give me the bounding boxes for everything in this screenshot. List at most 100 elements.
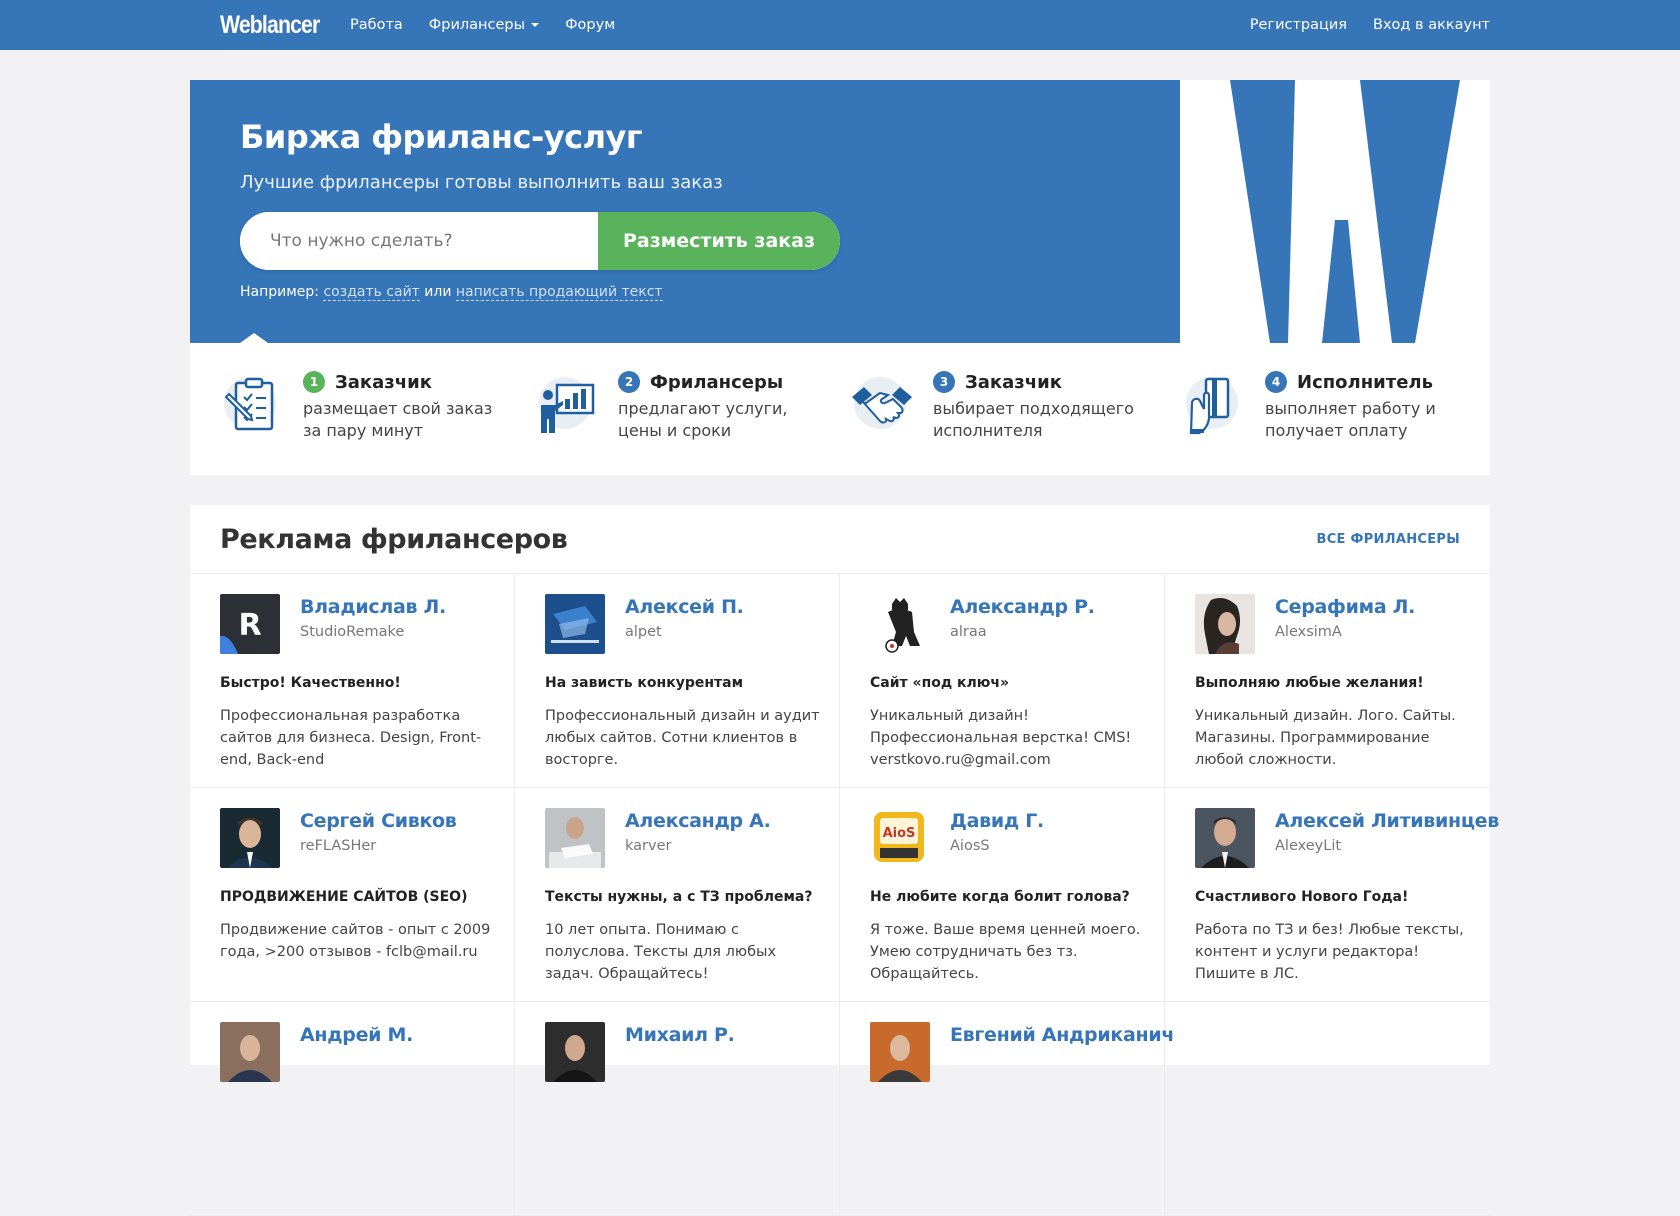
presentation-icon	[535, 373, 599, 437]
ad-headline: На зависть конкурентам	[545, 675, 744, 691]
avatar[interactable]: AioS	[870, 808, 930, 868]
freelancer-card[interactable]: Сергей Сивков reFLASHer ПРОДВИЖЕНИЕ САЙТ…	[190, 788, 515, 1002]
freelancer-ads-panel: Реклама фрилансеров ВСЕ ФРИЛАНСЕРЫ R Вла…	[190, 505, 1499, 1216]
nav-link-freelancers[interactable]: Фрилансеры	[428, 17, 540, 33]
ad-headline: Не любите когда болит голова?	[870, 889, 1130, 905]
ads-grid: R Владислав Л. StudioRemake Быстро! Каче…	[190, 574, 1499, 1216]
freelancer-card[interactable]: Александр А. karver Тексты нужны, а с ТЗ…	[515, 788, 840, 1002]
freelancer-card[interactable]: Алексей Литивинцев AlexeyLit Счастливого…	[1165, 788, 1499, 1002]
hero-title: Биржа фриланс-услуг	[240, 118, 643, 156]
ads-header: Реклама фрилансеров ВСЕ ФРИЛАНСЕРЫ	[190, 505, 1490, 574]
freelancer-name[interactable]: Евгений Андриканич	[950, 1024, 1174, 1046]
step-badge: 1	[303, 371, 325, 393]
ad-headline: ПРОДВИЖЕНИЕ САЙТОВ (SEO)	[220, 889, 468, 905]
freelancer-card[interactable]: R Владислав Л. StudioRemake Быстро! Каче…	[190, 574, 515, 788]
freelancer-login: AiosS	[950, 838, 990, 854]
ad-description: Я тоже. Ваше время ценней моего. Умею со…	[870, 922, 1141, 982]
ads-title: Реклама фрилансеров	[220, 523, 568, 555]
freelancer-login: alpet	[625, 624, 662, 640]
freelancer-name[interactable]: Андрей М.	[300, 1024, 413, 1046]
freelancer-card[interactable]: Евгений Андриканич	[840, 1002, 1174, 1216]
nav-link-forum[interactable]: Форум	[565, 17, 615, 33]
all-freelancers-link[interactable]: ВСЕ ФРИЛАНСЕРЫ	[1316, 532, 1460, 547]
step-desc: размещает свой заказ за пару минут	[303, 399, 493, 440]
avatar[interactable]	[545, 808, 605, 868]
logo[interactable]: Weblancer	[220, 11, 331, 40]
step-desc: выбирает подходящего исполнителя	[933, 399, 1134, 440]
hero-subtitle: Лучшие фрилансеры готовы выполнить ваш з…	[240, 172, 723, 193]
step-4: 4 Исполнитель выполняет работу и получает…	[1152, 343, 1490, 475]
step-badge: 4	[1265, 371, 1287, 393]
ad-headline: Сайт «под ключ»	[870, 675, 1010, 691]
freelancer-name[interactable]: Сергей Сивков	[300, 810, 457, 832]
avatar[interactable]	[545, 1022, 605, 1082]
freelancer-card[interactable]: Серафима Л. AlexsimA Выполняю любые жела…	[1165, 574, 1490, 788]
freelancer-login: reFLASHer	[300, 838, 377, 854]
avatar[interactable]: R	[220, 594, 280, 654]
avatar[interactable]	[220, 808, 280, 868]
example-link-write-text[interactable]: написать продающий текст	[455, 284, 663, 301]
example-link-create-site[interactable]: создать сайт	[323, 284, 420, 301]
avatar[interactable]	[220, 1022, 280, 1082]
freelancer-name[interactable]: Давид Г.	[950, 810, 1044, 832]
order-search-box: Разместить заказ	[240, 212, 840, 270]
step-1: 1 Заказчик размещает свой заказ за пару м…	[190, 343, 505, 475]
weblancer-w-logo-icon	[1160, 80, 1490, 343]
freelancer-card[interactable]: Алексей П. alpet На зависть конкурентам …	[515, 574, 840, 788]
freelancer-card[interactable]: Александр Р. alraa Сайт «под ключ» Уника…	[840, 574, 1165, 788]
login-link[interactable]: Вход в аккаунт	[1373, 17, 1490, 33]
freelancer-card[interactable]: AioS Давид Г. AiosS Не любите когда боли…	[840, 788, 1165, 1002]
ad-description: Уникальный дизайн. Лого. Сайты. Магазины…	[1195, 708, 1456, 768]
task-input[interactable]	[240, 212, 598, 270]
avatar[interactable]	[545, 594, 605, 654]
step-desc: выполняет работу и получает оплату	[1265, 399, 1436, 440]
svg-text:R: R	[238, 608, 261, 643]
freelancer-name[interactable]: Михаил Р.	[625, 1024, 735, 1046]
hero-banner: Биржа фриланс-услуг Лучшие фрилансеры го…	[190, 80, 1490, 343]
freelancer-name[interactable]: Владислав Л.	[300, 596, 446, 618]
avatar[interactable]	[1195, 594, 1255, 654]
avatar[interactable]	[870, 1022, 930, 1082]
freelancer-name[interactable]: Алексей П.	[625, 596, 744, 618]
nav-link-freelancers-label: Фрилансеры	[428, 17, 526, 33]
step-title: Исполнитель	[1297, 371, 1433, 393]
ad-description: Продвижение сайтов - опыт с 2009 года, >…	[220, 922, 491, 960]
nav-link-jobs[interactable]: Работа	[350, 17, 403, 33]
ad-headline: Быстро! Качественно!	[220, 675, 401, 691]
step-title: Заказчик	[335, 371, 432, 393]
step-3: 3 Заказчик выбирает подходящего исполните…	[820, 343, 1152, 475]
freelancer-name[interactable]: Алексей Литивинцев	[1275, 810, 1499, 832]
ad-description: 10 лет опыта. Понимаю с полуслова. Текст…	[545, 922, 777, 982]
ad-headline: Тексты нужны, а с ТЗ проблема?	[545, 889, 813, 905]
step-badge: 3	[933, 371, 955, 393]
ad-headline: Выполняю любые желания!	[1195, 675, 1424, 691]
caret-down-icon	[531, 23, 540, 27]
freelancer-login: AlexsimA	[1275, 624, 1342, 640]
card-payment-icon	[1182, 373, 1246, 437]
freelancer-login: StudioRemake	[300, 624, 405, 640]
avatar[interactable]	[1195, 808, 1255, 868]
register-link[interactable]: Регистрация	[1250, 17, 1347, 33]
notch-pointer	[240, 333, 268, 343]
empty-card	[1165, 1002, 1490, 1216]
freelancer-login: AlexeyLit	[1275, 838, 1342, 854]
ad-description: Профессиональный дизайн и аудит любых са…	[545, 708, 820, 768]
freelancer-card[interactable]: Андрей М.	[190, 1002, 515, 1216]
step-2: 2 Фрилансеры предлагают услуги, цены и ср…	[505, 343, 820, 475]
ad-description: Профессиональная разработка сайтов для б…	[220, 708, 482, 768]
freelancer-name[interactable]: Александр А.	[625, 810, 771, 832]
freelancer-login: alraa	[950, 624, 987, 640]
avatar[interactable]	[870, 594, 930, 654]
freelancer-name[interactable]: Александр Р.	[950, 596, 1095, 618]
ad-description: Работа по ТЗ и без! Любые тексты, контен…	[1195, 922, 1464, 982]
checklist-icon	[220, 373, 284, 437]
freelancer-card[interactable]: Михаил Р.	[515, 1002, 840, 1216]
example-or: или	[424, 284, 452, 300]
svg-text:AioS: AioS	[883, 826, 916, 841]
step-badge: 2	[618, 371, 640, 393]
freelancer-name[interactable]: Серафима Л.	[1275, 596, 1415, 618]
how-it-works: 1 Заказчик размещает свой заказ за пару м…	[190, 333, 1490, 475]
post-order-button[interactable]: Разместить заказ	[598, 212, 840, 270]
step-title: Заказчик	[965, 371, 1062, 393]
freelancer-login: karver	[625, 838, 672, 854]
